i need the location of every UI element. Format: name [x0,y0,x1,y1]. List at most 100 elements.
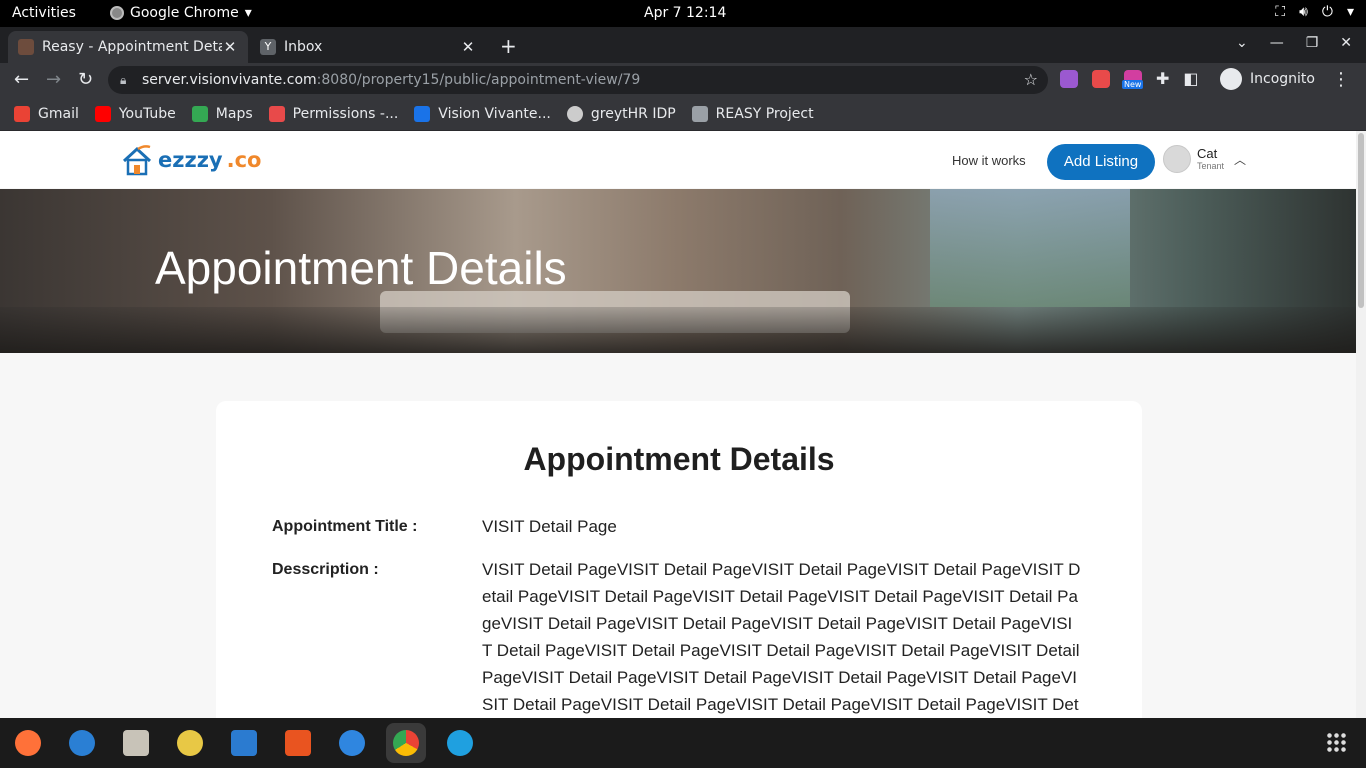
yahoo-favicon: Y [260,39,276,55]
restore-icon[interactable]: ❐ [1306,35,1319,51]
app-menu[interactable]: Google Chrome ▾ [110,5,252,21]
new-tab-button[interactable]: + [500,34,517,58]
bookmark-vision-vivante[interactable]: Vision Vivante... [414,105,551,122]
url-host: server.visionvivante.com [142,72,317,88]
close-icon[interactable]: ✕ [222,38,238,56]
window-controls: ⌄ — ❐ ✕ [1236,35,1352,51]
bookmark-gmail[interactable]: Gmail [14,105,79,122]
writer-icon [231,730,257,756]
clock[interactable]: Apr 7 12:14 [644,5,726,21]
address-bar[interactable]: 🔒︎ server.visionvivante.com:8080/propert… [108,66,1048,94]
bookmark-star-icon[interactable]: ☆ [1024,66,1038,94]
files-launcher[interactable] [116,723,156,763]
hero-title: Appointment Details [155,242,567,294]
brand-tld: .co [226,148,262,172]
rhythmbox-launcher[interactable] [170,723,210,763]
side-panel-icon[interactable]: ◧ [1183,69,1198,88]
description-label: Desscription : [272,561,379,578]
firefox-launcher[interactable] [8,723,48,763]
thunderbird-launcher[interactable] [62,723,102,763]
user-role: Tenant [1197,161,1225,171]
tab-search-icon[interactable]: ⌄ [1236,35,1248,51]
writer-launcher[interactable] [224,723,264,763]
puzzle-icon[interactable]: ✚ [1156,69,1169,88]
chevron-down-icon: ▾ [1346,4,1354,20]
vision-vivante-icon [414,105,431,122]
appointment-title-label: Appointment Title : [272,518,418,535]
scrollbar-thumb[interactable] [1358,133,1364,308]
files-icon [123,730,149,756]
activities-button[interactable]: Activities [12,5,76,21]
description-value: VISIT Detail PageVISIT Detail PageVISIT … [482,560,1081,714]
system-tray[interactable]: ⛶ 🔊︎ ⏻ ▾ [1275,4,1354,20]
bookmark-reasy-project[interactable]: REASY Project [691,105,814,122]
close-window-icon[interactable]: ✕ [1340,35,1352,51]
chrome-icon [393,730,419,756]
tab-title: Reasy - Appointment Deta [42,39,222,55]
folder-icon [691,105,708,122]
hero-window-image [930,189,1130,307]
network-icon: ⛶ [1275,4,1286,20]
page-viewport: ezzzy .co How it works Add Listing Cat Te… [0,131,1366,718]
close-icon[interactable]: ✕ [460,38,476,56]
youtube-icon [94,105,111,122]
taskbar [0,718,1366,768]
chrome-launcher[interactable] [386,723,426,763]
firefox-icon [15,730,41,756]
bookmarks-bar: Gmail YouTube Maps Permissions -... Visi… [0,97,1366,131]
hero-floor-shade [0,307,1356,353]
browser-toolbar: ← → ↻ 🔒︎ server.visionvivante.com:8080/p… [0,63,1366,97]
show-apps-icon[interactable] [1326,732,1348,754]
software-icon [285,730,311,756]
brand-name: ezzzy [158,148,223,172]
page-scrollbar[interactable] [1356,131,1366,718]
card-title: Appointment Details [523,441,835,477]
back-icon[interactable]: ← [14,69,29,90]
bookmark-maps[interactable]: Maps [191,105,253,122]
url-path: :8080/property15/public/appointment-view… [316,72,641,88]
bookmark-greythr[interactable]: greytHR IDP [566,105,676,122]
new-extension-icon[interactable]: New [1122,69,1144,89]
tab-inbox[interactable]: Y Inbox ✕ [250,31,486,63]
thunderbird-icon [69,730,95,756]
help-launcher[interactable] [332,723,372,763]
new-badge: New [1122,79,1144,89]
house-logo-icon [122,145,152,176]
add-listing-button[interactable]: Add Listing [1047,144,1155,180]
gmail-icon [14,105,30,122]
software-launcher[interactable] [278,723,318,763]
extensions-area: New ✚ ◧ [1060,69,1199,89]
bookmark-label: Gmail [38,105,79,122]
feather-extension-icon[interactable] [1060,69,1078,88]
permissions-icon [268,105,285,122]
recorder-extension-icon[interactable] [1092,69,1110,88]
lock-icon[interactable]: 🔒︎ [120,66,126,94]
bookmark-permissions[interactable]: Permissions -... [268,105,399,122]
globe-icon [566,105,583,122]
power-icon: ⏻ [1321,4,1333,20]
maps-icon [191,105,208,122]
menu-icon[interactable]: ⋮ [1332,69,1350,90]
edge-icon [447,730,473,756]
bookmark-label: greytHR IDP [590,105,676,122]
user-menu[interactable]: Cat Tenant ︿ [1163,145,1246,173]
reload-icon[interactable]: ↻ [78,69,93,90]
system-top-bar: Activities Google Chrome ▾ Apr 7 12:14 ⛶… [0,0,1366,27]
profile-label: Incognito [1250,71,1315,87]
edge-launcher[interactable] [440,723,480,763]
tab-strip: Reasy - Appointment Deta ✕ Y Inbox ✕ + ⌄… [0,27,1366,63]
how-it-works-link[interactable]: How it works [952,153,1026,168]
bookmark-label: REASY Project [715,105,814,122]
bookmark-label: Permissions -... [292,105,399,122]
site-logo[interactable]: ezzzy .co [120,143,261,177]
chevron-up-icon: ︿ [1234,152,1247,167]
avatar [1163,145,1191,173]
bookmark-youtube[interactable]: YouTube [94,105,176,122]
tab-reasy[interactable]: Reasy - Appointment Deta ✕ [8,31,248,63]
forward-icon[interactable]: → [46,69,61,90]
bookmark-label: Vision Vivante... [438,105,551,122]
site-header: ezzzy .co How it works Add Listing Cat Te… [0,131,1356,188]
appointment-card: Appointment Details Appointment Title : … [216,401,1142,718]
minimize-icon[interactable]: — [1270,35,1284,51]
profile-button[interactable]: Incognito [1220,68,1315,90]
